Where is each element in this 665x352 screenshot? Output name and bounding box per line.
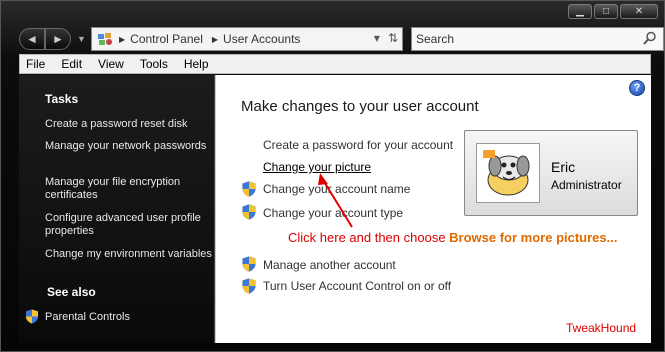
- shield-icon: [26, 309, 38, 324]
- annotation-arrow: [318, 173, 353, 228]
- recent-pages-dropdown[interactable]: ▼: [77, 34, 86, 44]
- sidebar-link-profile-properties[interactable]: Configure advanced user profile properti…: [45, 212, 215, 238]
- breadcrumb-user-accounts[interactable]: User Accounts: [223, 32, 300, 46]
- annotation-highlight: Browse for more pictures...: [449, 230, 618, 245]
- menu-edit[interactable]: Edit: [61, 57, 82, 71]
- search-input[interactable]: Search: [416, 32, 454, 46]
- menu-bar: File Edit View Tools Help: [19, 54, 651, 74]
- tasks-sidebar: Tasks Create a password reset disk Manag…: [19, 75, 215, 343]
- address-actions: ▾ ⇅: [374, 31, 398, 45]
- watermark: TweakHound: [566, 321, 637, 335]
- menu-tools[interactable]: Tools: [140, 57, 168, 71]
- minimize-button[interactable]: ▁: [568, 4, 592, 19]
- breadcrumb-control-panel[interactable]: Control Panel: [130, 32, 203, 46]
- breadcrumb-separator[interactable]: ▶: [212, 35, 218, 44]
- search-box[interactable]: Search: [411, 27, 664, 51]
- sidebar-link-encryption-certificates[interactable]: Manage your file encryption certificates: [45, 176, 215, 202]
- menu-view[interactable]: View: [98, 57, 124, 71]
- see-also-heading: See also: [47, 285, 96, 299]
- parental-controls-label: Parental Controls: [45, 310, 130, 323]
- navigation-row: ◄ ► ▼ ▶ Control Panel ▶ User Accounts ▾ …: [19, 27, 664, 51]
- main-content: ? Make changes to your user account Crea…: [215, 75, 651, 343]
- tasks-heading: Tasks: [45, 92, 79, 106]
- search-icon[interactable]: [643, 31, 657, 48]
- control-panel-icon: [96, 31, 114, 47]
- history-dropdown-icon[interactable]: ▾: [374, 31, 380, 45]
- annotation-prefix: Click here and then choose: [288, 230, 450, 245]
- refresh-icon[interactable]: ⇅: [388, 31, 398, 45]
- back-button[interactable]: ◄: [19, 28, 45, 50]
- arrow-left-icon: ◄: [26, 32, 38, 46]
- control-panel-window: ▁ □ ✕ ◄ ► ▼ ▶ Control Panel ▶ User Accou…: [0, 0, 665, 352]
- breadcrumb-separator[interactable]: ▶: [119, 35, 125, 44]
- sidebar-link-parental-controls[interactable]: Parental Controls: [25, 309, 130, 324]
- close-button[interactable]: ✕: [620, 4, 658, 19]
- caption-buttons: ▁ □ ✕: [568, 4, 658, 19]
- arrow-right-icon: ►: [52, 32, 64, 46]
- annotation-text: Click here and then choose Browse for mo…: [288, 230, 617, 245]
- forward-button[interactable]: ►: [45, 28, 71, 50]
- menu-help[interactable]: Help: [184, 57, 209, 71]
- sidebar-link-network-passwords[interactable]: Manage your network passwords: [45, 140, 215, 153]
- maximize-button[interactable]: □: [594, 4, 618, 19]
- nav-buttons: ◄ ► ▼: [19, 27, 87, 51]
- menu-file[interactable]: File: [26, 57, 45, 71]
- address-bar[interactable]: ▶ Control Panel ▶ User Accounts ▾ ⇅: [91, 27, 403, 51]
- sidebar-link-password-reset-disk[interactable]: Create a password reset disk: [45, 118, 215, 131]
- sidebar-link-environment-variables[interactable]: Change my environment variables: [45, 248, 215, 261]
